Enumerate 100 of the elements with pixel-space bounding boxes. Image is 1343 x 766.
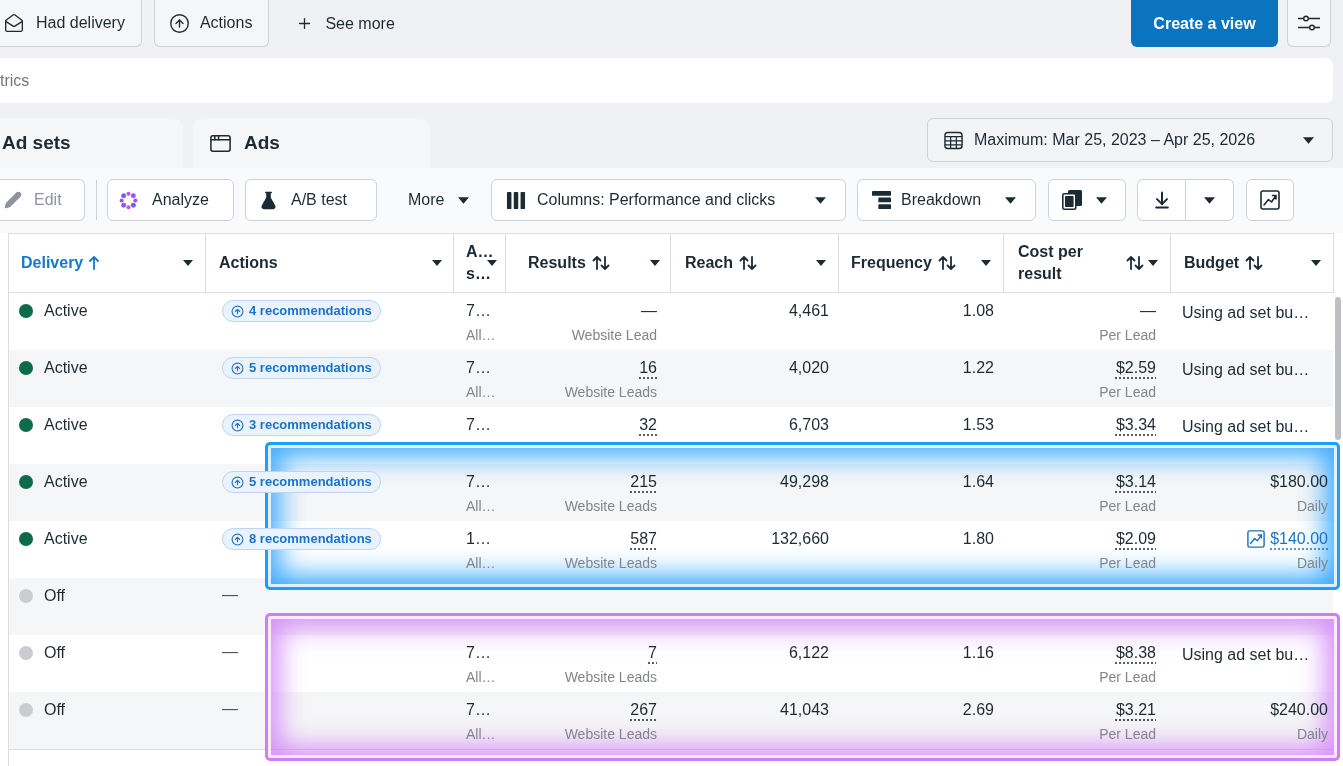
reach-value: 4,461 [788, 301, 829, 321]
recommendations-button[interactable]: 8 recommendations [222, 528, 381, 550]
line-chart-icon [1260, 190, 1280, 210]
cell-value: 1… [466, 529, 491, 549]
cost-unit: Per Lead [1099, 668, 1156, 686]
reach-value: 49,298 [780, 472, 829, 492]
recommendations-button[interactable]: 5 recommendations [222, 471, 381, 493]
frequency-value: 1.22 [962, 358, 994, 378]
arrow-up-circle-icon [231, 475, 244, 489]
cell-value: 7… [466, 301, 491, 321]
caret-down-icon [981, 260, 991, 266]
settings-button[interactable] [1287, 0, 1331, 47]
sort-icon [1126, 256, 1144, 270]
column-header[interactable]: Budget [1171, 234, 1334, 292]
search-field[interactable]: trics [0, 58, 1333, 103]
tab[interactable]: Ad sets [0, 118, 183, 168]
filter-chip[interactable]: Actions [153, 0, 270, 47]
ab-test-button[interactable]: A/B test [245, 179, 377, 221]
recommendations-button[interactable]: 5 recommendations [222, 357, 381, 379]
tab[interactable]: Ads [193, 118, 430, 168]
reach-value: 6,122 [788, 643, 829, 663]
cell-subtext: All… [466, 497, 496, 515]
arrow-up-circle-icon [168, 12, 190, 34]
cost-value: $3.34 [1115, 415, 1156, 435]
recommendations-button[interactable]: 4 recommendations [222, 300, 381, 322]
see-more-button[interactable]: See more [296, 0, 395, 47]
cost-value: $3.21 [1115, 700, 1156, 720]
reports-button[interactable] [1048, 179, 1126, 221]
pencil-icon [4, 191, 22, 209]
caret-down-icon [1204, 196, 1215, 204]
budget-amount: $240.00 [1270, 700, 1328, 720]
status-text: Off [44, 586, 66, 606]
columns-icon [506, 191, 526, 209]
empty-value: — [222, 585, 238, 605]
budget-link[interactable]: $140.00 [1270, 529, 1328, 549]
budget-amount: $180.00 [1270, 472, 1328, 492]
download-button[interactable] [1137, 179, 1186, 221]
cell-subtext: All… [466, 554, 496, 572]
frequency-value: 2.69 [962, 700, 994, 720]
breakdown-icon [872, 191, 891, 209]
caret-down-icon [183, 260, 193, 266]
cost-unit: Per Lead [1099, 326, 1156, 344]
caret-down-icon [1148, 260, 1158, 266]
caret-down-icon [432, 260, 442, 266]
arrow-up-circle-icon [231, 532, 244, 546]
column-header[interactable]: Frequency [839, 234, 1004, 292]
sort-icon [739, 256, 758, 270]
reach-value: 4,020 [788, 358, 829, 378]
column-header[interactable]: Cost per result [1004, 234, 1171, 292]
create-view-button[interactable]: Create a view [1131, 0, 1278, 47]
status-text: Active [44, 529, 88, 549]
caret-down-icon [1005, 196, 1016, 204]
frequency-value: 1.80 [962, 529, 994, 549]
cell-value: 7… [466, 700, 491, 720]
breakdown-button[interactable]: Breakdown [857, 179, 1036, 221]
caret-down-icon [815, 196, 826, 204]
date-range-button[interactable]: Maximum: Mar 25, 2023 – Apr 25, 2026 [927, 118, 1333, 162]
empty-value: — [222, 642, 238, 662]
budget-text: Using ad set bu… [1182, 646, 1310, 663]
column-header[interactable]: Results [506, 234, 671, 292]
cost-unit: Per Lead [1099, 383, 1156, 401]
caret-down-icon [1303, 136, 1314, 144]
frequency-value: 1.53 [962, 415, 994, 435]
caret-down-icon [816, 260, 826, 266]
reach-value: 6,703 [788, 415, 829, 435]
chart-button[interactable] [1246, 179, 1294, 221]
frequency-value: 1.08 [962, 301, 994, 321]
column-header[interactable]: A… s… [454, 234, 506, 292]
column-header[interactable]: Reach [671, 234, 839, 292]
column-header[interactable]: Actions [206, 234, 454, 292]
cost-value: $8.38 [1115, 643, 1156, 663]
budget-text: Using ad set bu… [1182, 304, 1310, 321]
more-button[interactable]: More [392, 179, 492, 221]
analyze-button[interactable]: Analyze [107, 179, 234, 221]
envelope-icon [4, 13, 24, 33]
sort-icon [937, 256, 956, 270]
sparkle-icon [119, 190, 138, 210]
cell-subtext: All… [466, 383, 496, 401]
cell-value: 7… [466, 472, 491, 492]
caret-down-icon [1311, 260, 1321, 266]
budget-text: Using ad set bu… [1182, 361, 1310, 378]
arrow-up-circle-icon [231, 361, 244, 375]
recommendations-button[interactable]: 3 recommendations [222, 414, 381, 436]
results-value: 267 [630, 700, 657, 720]
results-value: 587 [630, 529, 657, 549]
column-header[interactable]: Delivery [9, 234, 206, 292]
columns-button[interactable]: Columns: Performance and clicks [491, 179, 846, 221]
filter-chip[interactable]: Had delivery [0, 0, 142, 47]
budget-period: Daily [1296, 725, 1328, 743]
documents-icon [1062, 190, 1082, 210]
results-unit: Website Leads [564, 668, 657, 686]
results-unit: Website Leads [564, 554, 657, 572]
arrow-up-circle-icon [231, 418, 244, 432]
flask-icon [259, 190, 278, 210]
cell-value: 7… [466, 358, 491, 378]
results-value: 32 [639, 415, 657, 435]
status-text: Active [44, 472, 88, 492]
scrollbar-thumb[interactable] [1335, 297, 1341, 440]
results-unit: Website Lead [571, 326, 657, 344]
arrow-up-circle-icon [231, 304, 244, 318]
